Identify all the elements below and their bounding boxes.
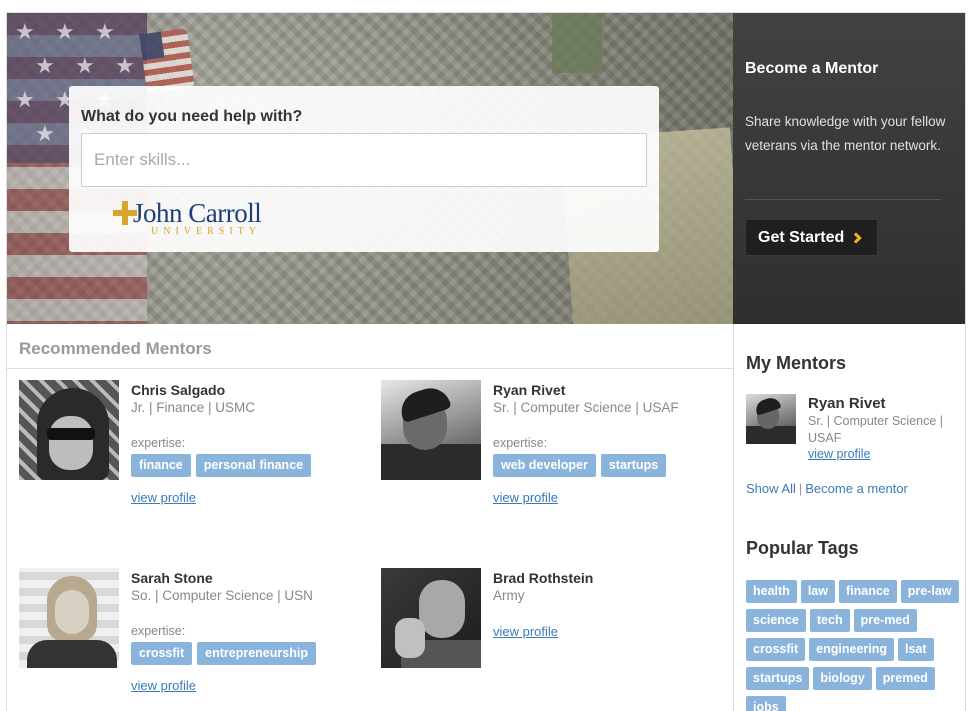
sidebar: My Mentors Ryan Rivet Sr. | Computer Sci… xyxy=(734,324,965,711)
uniform-strap xyxy=(552,13,602,73)
show-all-link[interactable]: Show All xyxy=(746,481,796,496)
recommended-title: Recommended Mentors xyxy=(19,339,212,358)
recommended-header: Recommended Mentors xyxy=(7,324,733,369)
popular-tag[interactable]: pre-law xyxy=(900,580,959,603)
search-heading: What do you need help with? xyxy=(81,108,303,125)
view-profile-link[interactable]: view profile xyxy=(493,490,558,505)
popular-tag[interactable]: crossfit xyxy=(746,638,806,661)
expertise-tags: web developer startups xyxy=(493,454,667,477)
chevron-right-icon xyxy=(850,232,862,244)
become-mentor-panel: Become a Mentor Share knowledge with you… xyxy=(733,13,965,324)
mentor-card: Chris Salgado Jr. | Finance | USMC exper… xyxy=(19,380,359,550)
tag-crossfit[interactable]: crossfit xyxy=(131,642,193,665)
my-mentor-photo[interactable] xyxy=(746,394,796,444)
popular-tag[interactable]: pre-med xyxy=(853,609,917,632)
mentor-name[interactable]: Brad Rothstein xyxy=(493,570,593,586)
mentor-name[interactable]: Sarah Stone xyxy=(131,570,213,586)
mentor-name[interactable]: Ryan Rivet xyxy=(493,382,565,398)
my-mentors-title: My Mentors xyxy=(746,353,847,373)
popular-tag[interactable]: finance xyxy=(838,580,897,603)
popular-tags-title: Popular Tags xyxy=(746,538,859,558)
expertise-label: expertise: xyxy=(493,436,548,450)
expertise-label: expertise: xyxy=(131,436,186,450)
expertise-tags: crossfit entrepreneurship xyxy=(131,642,316,665)
view-profile-link[interactable]: view profile xyxy=(131,490,196,505)
tag-web-developer[interactable]: web developer xyxy=(493,454,596,477)
popular-tags-cloud: health law finance pre-law science tech … xyxy=(746,580,961,711)
mentor-meta: So. | Computer Science | USN xyxy=(131,588,313,603)
popular-tag[interactable]: science xyxy=(746,609,806,632)
tag-startups[interactable]: startups xyxy=(600,454,667,477)
view-profile-link[interactable]: view profile xyxy=(131,678,196,693)
mentor-card: Ryan Rivet Sr. | Computer Science | USAF… xyxy=(381,380,721,550)
my-mentors-links: Show All | Become a mentor xyxy=(746,481,908,496)
mentor-card: Brad Rothstein Army view profile xyxy=(381,568,721,711)
popular-tag[interactable]: premed xyxy=(875,667,935,690)
mentor-name[interactable]: Chris Salgado xyxy=(131,382,225,398)
page-frame: ★★★ ★★★ ★★★ ★★ What do you need help wit… xyxy=(6,12,966,711)
search-card: What do you need help with? John Carroll… xyxy=(69,86,659,252)
view-profile-link[interactable]: view profile xyxy=(493,624,558,639)
mentor-card: Sarah Stone So. | Computer Science | USN… xyxy=(19,568,359,711)
logo-name: John Carroll xyxy=(133,198,262,228)
become-mentor-description: Share knowledge with your fellow veteran… xyxy=(745,114,946,153)
become-mentor-title: Become a Mentor xyxy=(745,60,879,77)
link-separator: | xyxy=(798,481,803,496)
popular-tag[interactable]: tech xyxy=(809,609,850,632)
logo-subtitle: UNIVERSITY xyxy=(151,226,261,237)
mentor-photo[interactable] xyxy=(381,380,481,480)
mentor-meta: Army xyxy=(493,588,525,603)
mentor-photo[interactable] xyxy=(19,568,119,668)
mentor-meta: Jr. | Finance | USMC xyxy=(131,400,256,415)
skills-search-input[interactable] xyxy=(81,133,647,187)
university-logo: John Carroll UNIVERSITY xyxy=(113,198,313,238)
my-mentor-view-profile-link[interactable]: view profile xyxy=(808,447,871,461)
get-started-label: Get Started xyxy=(758,228,845,246)
expertise-tags: finance personal finance xyxy=(131,454,312,477)
popular-tag[interactable]: health xyxy=(746,580,797,603)
popular-tag[interactable]: law xyxy=(800,580,835,603)
my-mentor-name[interactable]: Ryan Rivet xyxy=(808,395,886,412)
divider xyxy=(745,199,941,200)
tag-finance[interactable]: finance xyxy=(131,454,191,477)
popular-tag[interactable]: lsat xyxy=(898,638,934,661)
tag-personal-finance[interactable]: personal finance xyxy=(195,454,312,477)
popular-tag[interactable]: startups xyxy=(746,667,810,690)
popular-tag[interactable]: biology xyxy=(813,667,872,690)
popular-tag[interactable]: engineering xyxy=(809,638,894,661)
expertise-label: expertise: xyxy=(131,624,186,638)
get-started-button[interactable]: Get Started xyxy=(745,219,878,256)
my-mentor-meta: Sr. | Computer Science | USAF xyxy=(808,414,944,445)
mentor-meta: Sr. | Computer Science | USAF xyxy=(493,400,679,415)
become-mentor-link[interactable]: Become a mentor xyxy=(805,481,908,496)
hero-banner: ★★★ ★★★ ★★★ ★★ What do you need help wit… xyxy=(7,13,733,324)
flag-patch xyxy=(139,27,195,95)
mentor-photo[interactable] xyxy=(19,380,119,480)
mentor-photo[interactable] xyxy=(381,568,481,668)
tag-entrepreneurship[interactable]: entrepreneurship xyxy=(197,642,316,665)
popular-tag[interactable]: jobs xyxy=(746,696,786,711)
